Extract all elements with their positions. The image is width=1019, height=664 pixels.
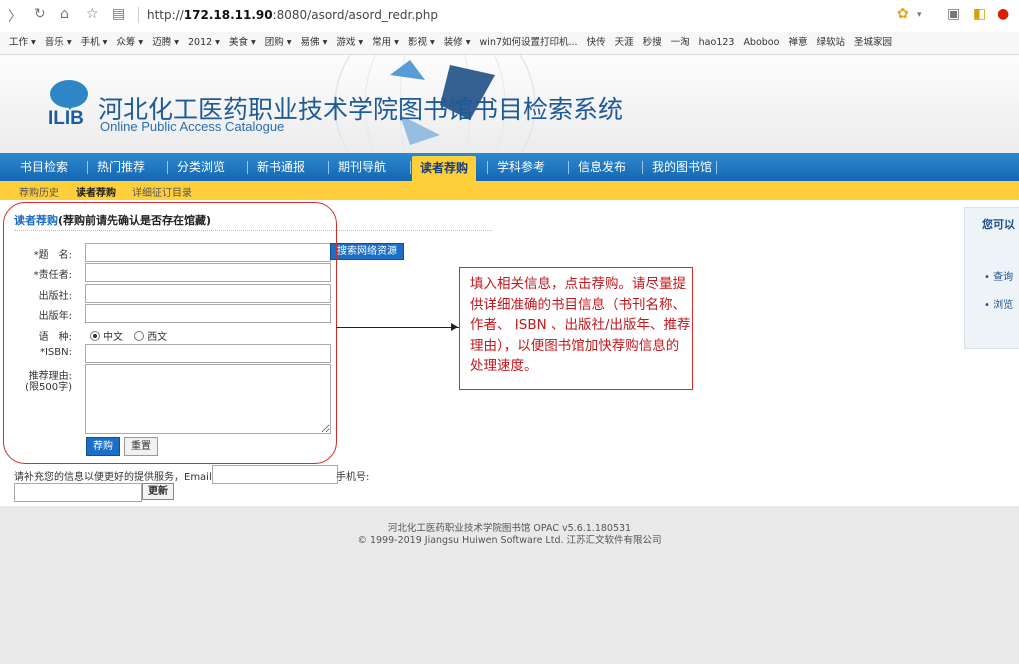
bookmark-item[interactable]: 团购 ▾: [265, 32, 292, 54]
bookmark-item[interactable]: 影视 ▾: [408, 32, 435, 54]
nav-separator: [167, 161, 168, 174]
wallet-icon[interactable]: ◧: [973, 6, 986, 22]
nav-item[interactable]: 读者荐购: [412, 156, 477, 181]
right-panel-title: 您可以: [982, 218, 1015, 231]
update-button[interactable]: 更新: [142, 483, 174, 500]
bookmark-item[interactable]: 手机 ▾: [81, 32, 108, 54]
adblock-icon[interactable]: ●: [997, 6, 1009, 22]
nav-item[interactable]: 热门推荐: [97, 153, 145, 181]
nav-item[interactable]: 学科参考: [497, 153, 545, 181]
nav-item[interactable]: 新书通报: [257, 153, 305, 181]
ilib-logo-icon: [50, 80, 88, 110]
home-icon[interactable]: ⌂: [60, 6, 69, 22]
bookmark-item[interactable]: 圣城家园: [854, 32, 892, 54]
arrow-icon: [336, 323, 460, 331]
contact-text: 请补充您的信息以便更好的提供服务，Email:: [14, 472, 216, 483]
address-bar: 〉 ↻ ⌂ ☆ ▤ http://172.18.11.90:8080/asord…: [0, 0, 1019, 33]
subnav-history[interactable]: 荐购历史: [19, 184, 59, 199]
bookmark-item[interactable]: 迈腾 ▾: [152, 32, 179, 54]
bookmark-item[interactable]: 一淘: [671, 32, 690, 54]
annotation-note: 填入相关信息，点击荐购。请尽量提供详细准确的书目信息（书刊名称、作者、 ISBN…: [459, 267, 693, 390]
bookmark-item[interactable]: 天涯: [615, 32, 634, 54]
bookmark-item[interactable]: 游戏 ▾: [336, 32, 363, 54]
chevron-down-icon[interactable]: ▾: [917, 10, 922, 20]
bookmark-item[interactable]: 秒搜: [643, 32, 662, 54]
bookmark-item[interactable]: 禅意: [788, 32, 807, 54]
footer-line2: © 1999-2019 Jiangsu Huiwen Software Ltd.…: [357, 535, 662, 546]
bookmark-item[interactable]: 工作 ▾: [9, 32, 36, 54]
subnav-catalog[interactable]: 详细征订目录: [132, 184, 192, 199]
bookmark-item[interactable]: win7如何设置打印机...: [480, 32, 578, 54]
screenshot-icon[interactable]: ▣: [947, 6, 960, 22]
main-nav: 书目检索 热门推荐 分类浏览 新书通报 期刊导航 读者荐购 学科参考 信息发布 我的图书馆: [0, 153, 1019, 181]
bookmark-item[interactable]: 快传: [587, 32, 606, 54]
bookmark-item[interactable]: 2012 ▾: [188, 32, 220, 54]
bookmark-item[interactable]: 常用 ▾: [372, 32, 399, 54]
forward-icon[interactable]: 〉: [8, 6, 22, 26]
web-search-button[interactable]: 搜索网络资源: [330, 243, 404, 260]
bookmark-item[interactable]: 装修 ▾: [444, 32, 471, 54]
nav-separator: [328, 161, 329, 174]
extension-icon[interactable]: ✿: [897, 6, 909, 22]
nav-item[interactable]: 信息发布: [578, 153, 626, 181]
ilib-logo-text: ILIB: [48, 108, 84, 129]
site-subtitle: Online Public Access Catalogue: [100, 119, 285, 134]
bookmark-item[interactable]: 绿软站: [816, 32, 845, 54]
nav-separator: [716, 161, 717, 174]
bookmark-item[interactable]: Aboboo: [743, 32, 779, 54]
nav-separator: [642, 161, 643, 174]
right-panel-item[interactable]: • 查询: [984, 268, 1013, 283]
bookmark-item[interactable]: 音乐 ▾: [45, 32, 72, 54]
sub-nav: 荐购历史 读者荐购 详细征订目录: [0, 181, 1019, 201]
star-icon[interactable]: ☆: [86, 6, 99, 22]
bookmark-item[interactable]: 众筹 ▾: [116, 32, 143, 54]
phone-label: 手机号:: [336, 472, 370, 483]
reader-icon[interactable]: ▤: [112, 6, 125, 22]
email-input[interactable]: [212, 465, 338, 484]
subnav-recommend[interactable]: 读者荐购: [76, 184, 116, 199]
nav-item[interactable]: 书目检索: [20, 153, 68, 181]
nav-item[interactable]: 我的图书馆: [652, 153, 712, 181]
right-panel-item[interactable]: • 浏览: [984, 296, 1013, 311]
bookmark-item[interactable]: 美食 ▾: [229, 32, 256, 54]
nav-separator: [487, 161, 488, 174]
bookmark-item[interactable]: 易佛 ▾: [301, 32, 328, 54]
nav-separator: [568, 161, 569, 174]
nav-separator: [247, 161, 248, 174]
reload-icon[interactable]: ↻: [34, 6, 46, 22]
nav-item[interactable]: 期刊导航: [338, 153, 386, 181]
nav-separator: [87, 161, 88, 174]
highlight-oval: [3, 202, 337, 464]
separator: [138, 7, 139, 23]
nav-separator: [410, 161, 411, 174]
bookmarks-bar: 工作 ▾ 音乐 ▾ 手机 ▾ 众筹 ▾ 迈腾 ▾ 2012 ▾ 美食 ▾ 团购 ▾ 易佛 ▾ 游戏…: [0, 32, 1019, 55]
nav-item[interactable]: 分类浏览: [177, 153, 225, 181]
url-field[interactable]: http://172.18.11.90:8080/asord/asord_red…: [147, 8, 438, 22]
phone-input[interactable]: [14, 483, 142, 502]
bookmark-item[interactable]: hao123: [699, 32, 735, 54]
